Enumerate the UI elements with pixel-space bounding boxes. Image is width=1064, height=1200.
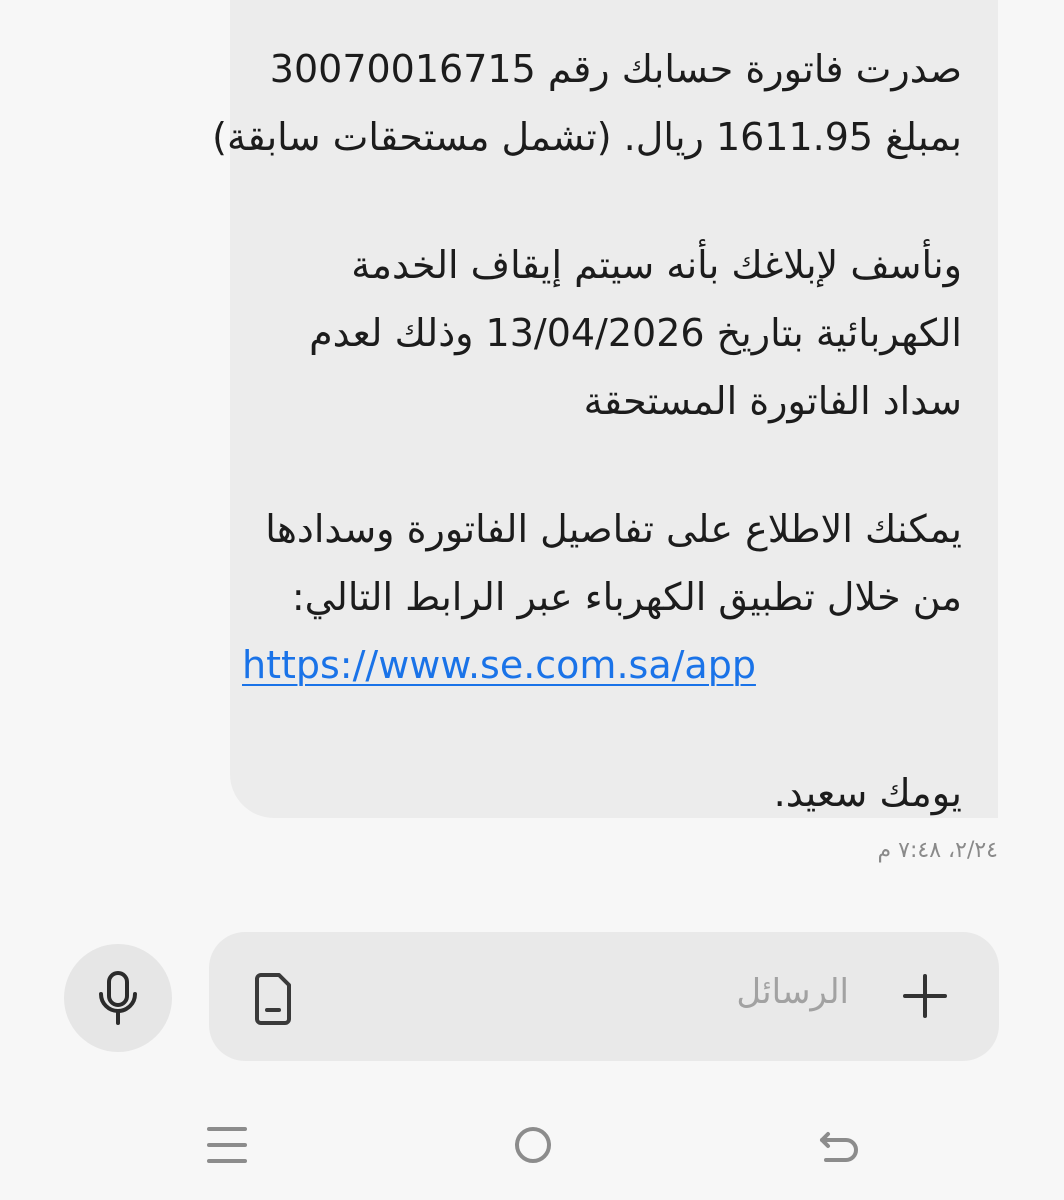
message-line: الكهربائية بتاريخ 13/04/2026 وذلك لعدم — [309, 311, 962, 355]
plus-icon[interactable] — [901, 972, 949, 1020]
message-bubble[interactable]: صدرت فاتورة حسابك رقم 30070016715 بمبلغ … — [212, 0, 998, 818]
message-closing: يومك سعيد. — [773, 771, 962, 815]
message-line: ونأسف لإبلاغك بأنه سيتم إيقاف الخدمة — [351, 243, 962, 287]
message-line: سداد الفاتورة المستحقة — [583, 379, 962, 423]
message-timestamp: ٢/٢٤، ٧:٤٨ م — [877, 838, 998, 863]
messages-screen: صدرت فاتورة حسابك رقم 30070016715 بمبلغ … — [0, 0, 1064, 1200]
message-line: يمكنك الاطلاع على تفاصيل الفاتورة وسداده… — [265, 507, 962, 551]
back-icon[interactable] — [814, 1120, 864, 1170]
link-line: https://www.se.com.sa/app — [242, 631, 962, 699]
message-line: بمبلغ 1611.95 ريال. (تشمل مستحقات سابقة) — [212, 115, 962, 159]
message-line: صدرت فاتورة حسابك رقم 30070016715 — [269, 47, 962, 91]
app-link[interactable]: https://www.se.com.sa/app — [242, 631, 756, 699]
message-body: صدرت فاتورة حسابك رقم 30070016715 بمبلغ … — [212, 0, 962, 827]
message-input-placeholder[interactable]: الرسائل — [736, 972, 849, 1012]
message-input-box[interactable]: الرسائل — [209, 932, 999, 1061]
voice-record-button[interactable] — [64, 944, 172, 1052]
menu-icon[interactable] — [202, 1120, 252, 1170]
message-line: من خلال تطبيق الكهرباء عبر الرابط التالي… — [291, 575, 962, 619]
sim-card-icon[interactable] — [249, 972, 299, 1026]
microphone-icon — [99, 971, 137, 1025]
home-circle-icon[interactable] — [508, 1120, 558, 1170]
